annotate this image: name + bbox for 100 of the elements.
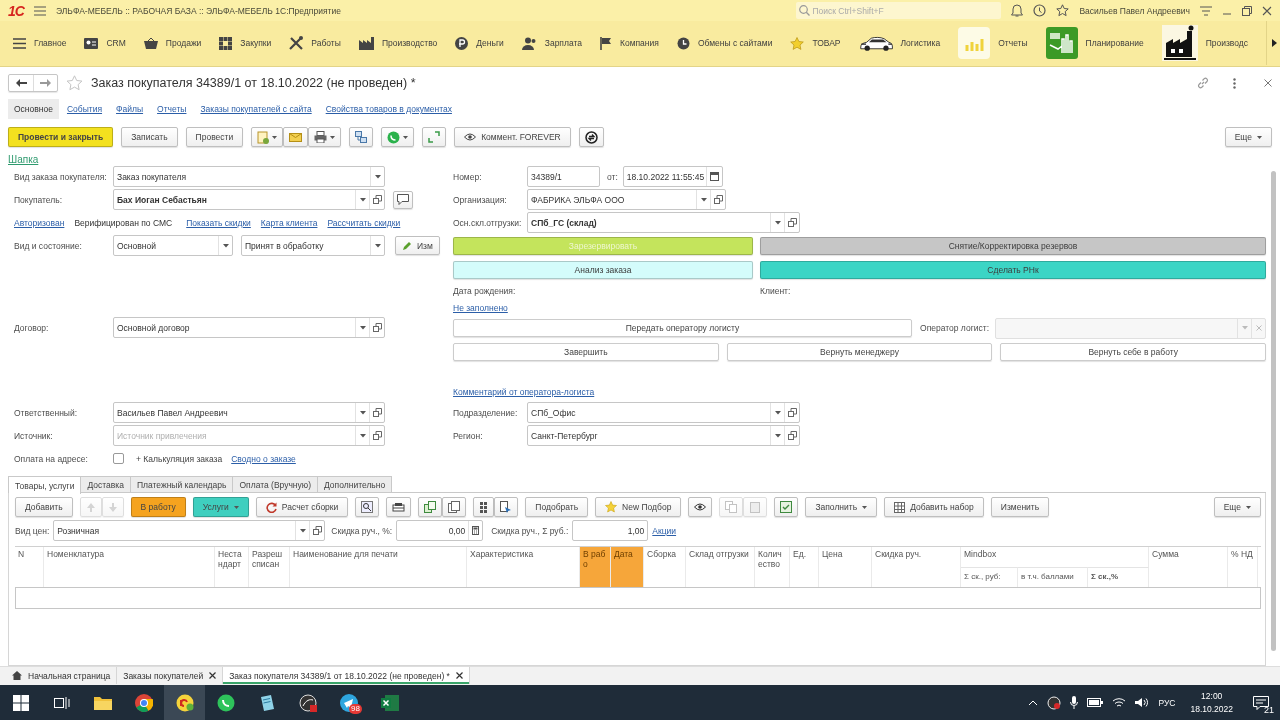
app-icon[interactable] xyxy=(1047,695,1062,710)
column-header[interactable]: Нестандарт xyxy=(215,547,249,587)
column-header[interactable]: Наименование для печати xyxy=(290,547,467,587)
section-item[interactable]: Главное xyxy=(13,21,85,65)
column-header[interactable]: Цена xyxy=(819,547,872,587)
dropdown-button[interactable] xyxy=(355,190,369,209)
envelope-button[interactable] xyxy=(283,127,309,147)
language-indicator[interactable]: РУС xyxy=(1158,697,1176,708)
window-tab[interactable]: Заказ покупателя 34389/1 от 18.10.2022 (не проведен) * xyxy=(223,667,470,684)
table-button[interactable] xyxy=(386,497,412,517)
tab[interactable]: Платежный календарь xyxy=(129,476,234,492)
section-item[interactable]: Планирование xyxy=(1045,21,1162,65)
column-header[interactable]: Ед. xyxy=(790,547,819,587)
toolbar-button[interactable]: Изменить xyxy=(990,497,1050,517)
text-field[interactable]: 34389/1 xyxy=(527,166,600,187)
section-item[interactable]: Продажи xyxy=(143,21,220,65)
combo-field[interactable]: Розничная xyxy=(53,520,326,541)
close-icon[interactable] xyxy=(209,672,217,679)
toolbar-button[interactable]: Заполнить xyxy=(805,497,878,517)
expand-button[interactable] xyxy=(422,127,447,147)
summary-link[interactable]: Сводно о заказе xyxy=(231,453,296,464)
chevron-up-icon[interactable] xyxy=(1028,699,1039,706)
column-header[interactable]: Разреш списан xyxy=(249,547,290,587)
column-header[interactable]: Дата xyxy=(611,547,644,587)
dropdown-button[interactable] xyxy=(355,403,369,422)
toolbar-button[interactable]: Добавить xyxy=(15,497,73,517)
edit-button[interactable]: Изм xyxy=(395,236,440,255)
toolbar-button[interactable]: Коммент. FOREVER xyxy=(454,127,571,147)
date-field[interactable]: 18.10.2022 11:55:45 xyxy=(622,166,723,187)
column-header[interactable]: Склад отгрузки xyxy=(686,547,755,587)
birth-date-link[interactable]: Не заполнено xyxy=(453,303,508,313)
column-header[interactable]: Номенклатура xyxy=(44,547,215,587)
checkbox[interactable] xyxy=(113,453,124,464)
column-header[interactable]: Количество xyxy=(755,547,790,587)
grid-button[interactable] xyxy=(473,497,495,517)
column-header[interactable]: % НД xyxy=(1228,547,1258,587)
group-link[interactable]: Шапка xyxy=(8,153,39,165)
toolbar-button[interactable]: New Подбор xyxy=(595,497,682,517)
action-button[interactable]: Вернуть менеджеру xyxy=(726,343,993,361)
tab[interactable]: Дополнительно xyxy=(317,476,393,492)
star-icon[interactable] xyxy=(66,75,83,91)
whatsapp-button[interactable] xyxy=(381,127,415,147)
combo-field[interactable]: Санкт-Петербург xyxy=(527,425,800,446)
notifications-button[interactable]: 21 xyxy=(1248,689,1274,716)
column-header[interactable]: Сборка xyxy=(644,547,686,587)
column-header[interactable]: Mindbox xyxy=(961,547,1149,567)
toolbar-button[interactable]: Подобрать xyxy=(525,497,589,517)
section-item[interactable]: Производс xyxy=(1161,21,1266,65)
star-icon[interactable] xyxy=(1056,4,1070,17)
column-header[interactable]: Сумма xyxy=(1149,547,1228,587)
open-button[interactable] xyxy=(369,403,384,422)
more-icon[interactable] xyxy=(1233,77,1236,89)
status-link[interactable]: Показать скидки xyxy=(186,217,251,228)
close-icon[interactable] xyxy=(1262,5,1272,16)
section-item[interactable]: Деньги xyxy=(455,21,522,65)
eye-button[interactable] xyxy=(688,497,713,517)
open-button[interactable] xyxy=(784,403,799,422)
section-item[interactable]: ТОВАР xyxy=(790,21,859,65)
structure-button[interactable] xyxy=(349,127,374,147)
close-icon[interactable] xyxy=(455,672,463,679)
restore-icon[interactable] xyxy=(1242,5,1252,16)
wifi-icon[interactable] xyxy=(1112,697,1127,708)
taskbar-app[interactable]: 98 xyxy=(328,685,369,720)
chat-button[interactable] xyxy=(393,190,413,209)
dropdown-button[interactable] xyxy=(770,426,784,445)
toolbar-button[interactable]: Расчет сборки xyxy=(255,497,349,517)
dropdown-button[interactable] xyxy=(355,318,369,337)
combo-field[interactable]: Васильев Павел Андреевич xyxy=(113,402,385,423)
link-icon[interactable] xyxy=(1197,77,1209,89)
section-item[interactable]: Работы xyxy=(289,21,359,65)
status-link[interactable]: Карта клиента xyxy=(260,217,318,228)
comment-link[interactable]: Комментарий от оператора-логиста xyxy=(453,386,595,397)
toolbar-button[interactable]: Добавить набор xyxy=(884,497,984,517)
section-tab[interactable]: События xyxy=(60,99,109,119)
combo-field[interactable]: СПб_ГС (склад) xyxy=(527,212,800,233)
combo-field[interactable]: Основной xyxy=(113,235,233,256)
column-header[interactable]: в т.ч. баллами xyxy=(1018,567,1088,587)
section-tab[interactable]: Файлы xyxy=(110,99,150,119)
checklist-button[interactable] xyxy=(774,497,799,517)
action-button[interactable]: Снятие/Корректировка резервов xyxy=(760,237,1266,255)
sync-button[interactable] xyxy=(578,127,604,147)
status-link[interactable]: Рассчитать скидки xyxy=(327,217,401,228)
open-button[interactable] xyxy=(784,426,799,445)
copy-button[interactable] xyxy=(418,497,443,517)
section-tab[interactable]: Заказы покупателей с сайта xyxy=(194,99,318,119)
document-button[interactable] xyxy=(251,127,284,147)
open-button[interactable] xyxy=(369,190,384,209)
dropdown-button[interactable] xyxy=(355,426,369,445)
dropdown-button[interactable] xyxy=(696,190,710,209)
filter-button[interactable] xyxy=(494,497,519,517)
column-header[interactable]: В рабо xyxy=(580,547,611,587)
microphone-icon[interactable] xyxy=(1070,696,1079,709)
pages-button[interactable] xyxy=(442,497,467,517)
open-button[interactable] xyxy=(710,190,725,209)
dropdown-button[interactable] xyxy=(218,236,232,255)
dropdown-button[interactable] xyxy=(370,167,384,186)
action-button[interactable]: Сделать РНк xyxy=(760,261,1266,279)
taskbar-app[interactable] xyxy=(164,685,205,720)
column-header[interactable]: N xyxy=(15,547,44,587)
calendar-button[interactable] xyxy=(705,167,722,186)
